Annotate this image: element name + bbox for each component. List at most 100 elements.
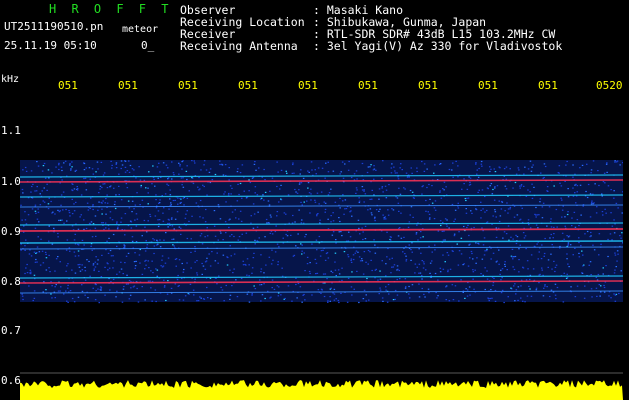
noise-pixel: [120, 221, 122, 223]
noise-pixel: [81, 239, 84, 241]
noise-pixel: [92, 173, 95, 175]
noise-pixel: [285, 213, 287, 215]
noise-pixel: [184, 295, 187, 297]
noise-pixel: [492, 215, 494, 217]
noise-pixel: [36, 218, 39, 220]
noise-pixel: [121, 164, 124, 166]
noise-pixel: [442, 221, 444, 224]
noise-pixel: [230, 193, 232, 195]
noise-pixel: [444, 239, 446, 241]
noise-pixel: [378, 198, 380, 200]
noise-pixel: [581, 250, 583, 252]
noise-pixel: [301, 204, 303, 206]
noise-pixel: [34, 261, 37, 263]
freq-tick: 0.7: [1, 324, 21, 337]
noise-pixel: [254, 243, 256, 245]
noise-pixel: [597, 170, 599, 172]
noise-pixel: [420, 231, 422, 233]
noise-pixel: [621, 232, 623, 234]
noise-pixel: [321, 167, 324, 169]
noise-pixel: [292, 255, 295, 257]
noise-pixel: [472, 258, 474, 260]
noise-pixel: [193, 160, 195, 162]
noise-pixel: [41, 170, 44, 172]
noise-pixel: [66, 220, 68, 222]
noise-pixel: [593, 249, 596, 251]
noise-pixel: [68, 247, 71, 249]
noise-pixel: [228, 179, 230, 181]
noise-pixel: [374, 244, 376, 246]
noise-pixel: [125, 255, 128, 257]
noise-pixel: [394, 289, 397, 292]
noise-pixel: [147, 203, 149, 205]
noise-pixel: [264, 297, 266, 300]
noise-pixel: [78, 266, 81, 268]
noise-pixel: [382, 300, 384, 302]
noise-pixel: [285, 233, 287, 236]
noise-pixel: [30, 255, 33, 257]
noise-pixel: [231, 234, 233, 236]
noise-pixel: [342, 177, 345, 179]
noise-pixel: [324, 273, 327, 275]
noise-pixel: [546, 225, 548, 227]
noise-pixel: [234, 209, 236, 211]
noise-pixel: [167, 226, 169, 228]
noise-pixel: [442, 254, 444, 256]
noise-pixel: [171, 178, 173, 180]
noise-pixel: [410, 259, 412, 261]
noise-pixel: [167, 280, 169, 282]
noise-pixel: [476, 173, 478, 175]
noise-pixel: [592, 160, 595, 162]
noise-pixel: [359, 233, 361, 235]
noise-pixel: [332, 292, 334, 294]
noise-pixel: [104, 183, 106, 185]
noise-pixel: [527, 168, 530, 170]
noise-pixel: [141, 273, 144, 275]
noise-pixel: [327, 301, 329, 303]
noise-pixel: [567, 263, 569, 265]
noise-pixel: [280, 294, 282, 296]
noise-pixel: [431, 260, 433, 262]
noise-pixel: [484, 195, 486, 198]
noise-pixel: [219, 160, 221, 162]
noise-pixel: [73, 239, 76, 241]
noise-pixel: [203, 160, 206, 162]
noise-pixel: [58, 164, 60, 166]
noise-pixel: [99, 286, 102, 288]
noise-pixel: [290, 234, 292, 236]
noise-pixel: [118, 194, 120, 196]
noise-pixel: [310, 188, 312, 190]
noise-pixel: [530, 295, 533, 297]
noise-pixel: [225, 284, 227, 287]
noise-pixel: [171, 225, 174, 227]
noise-pixel: [128, 207, 131, 209]
noise-pixel: [495, 227, 498, 229]
noise-pixel: [131, 168, 134, 170]
noise-pixel: [539, 273, 541, 275]
noise-pixel: [437, 279, 439, 281]
noise-pixel: [206, 257, 208, 259]
noise-pixel: [418, 272, 420, 274]
noise-pixel: [436, 297, 438, 299]
noise-pixel: [364, 193, 367, 195]
noise-pixel: [411, 172, 413, 174]
noise-pixel: [471, 252, 473, 255]
noise-pixel: [367, 249, 370, 252]
noise-pixel: [504, 261, 506, 263]
noise-pixel: [188, 293, 190, 295]
noise-pixel: [181, 262, 183, 265]
noise-pixel: [409, 189, 412, 192]
noise-pixel: [144, 299, 146, 301]
noise-pixel: [610, 212, 612, 214]
noise-pixel: [197, 186, 199, 188]
noise-pixel: [551, 268, 553, 270]
noise-pixel: [571, 217, 573, 219]
noise-pixel: [495, 216, 497, 218]
noise-pixel: [615, 202, 618, 204]
noise-pixel: [73, 188, 76, 190]
noise-pixel: [393, 166, 395, 168]
noise-pixel: [306, 256, 309, 258]
noise-pixel: [211, 251, 213, 253]
noise-pixel: [439, 163, 441, 165]
noise-pixel: [144, 268, 146, 270]
